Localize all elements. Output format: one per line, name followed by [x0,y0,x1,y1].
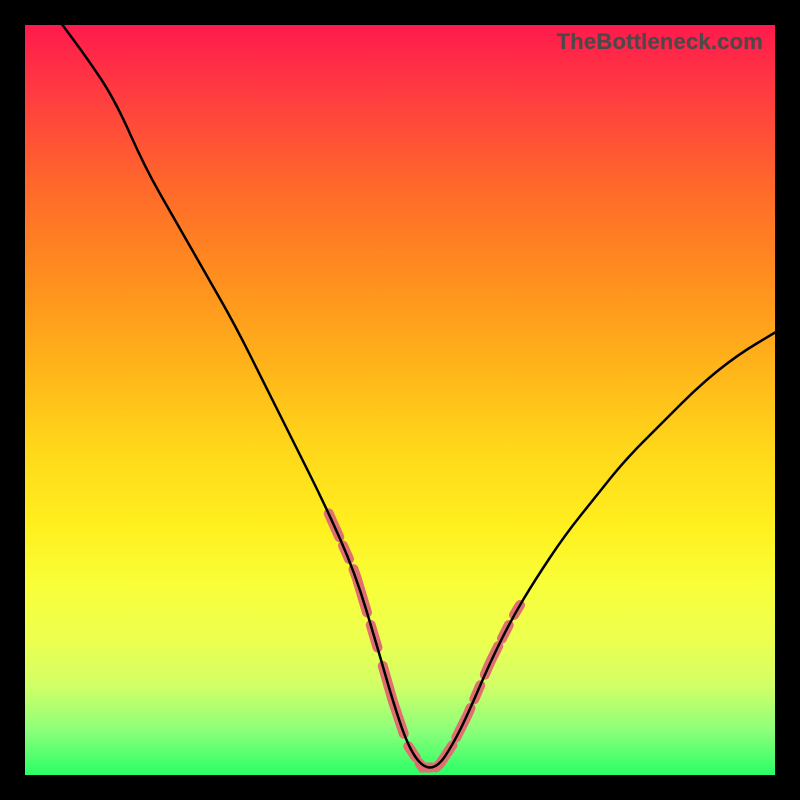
curve-layer [63,25,776,768]
chart-svg [25,25,775,775]
main-curve [63,25,776,768]
highlight-layer [329,513,520,767]
chart-area: TheBottleneck.com [25,25,775,775]
